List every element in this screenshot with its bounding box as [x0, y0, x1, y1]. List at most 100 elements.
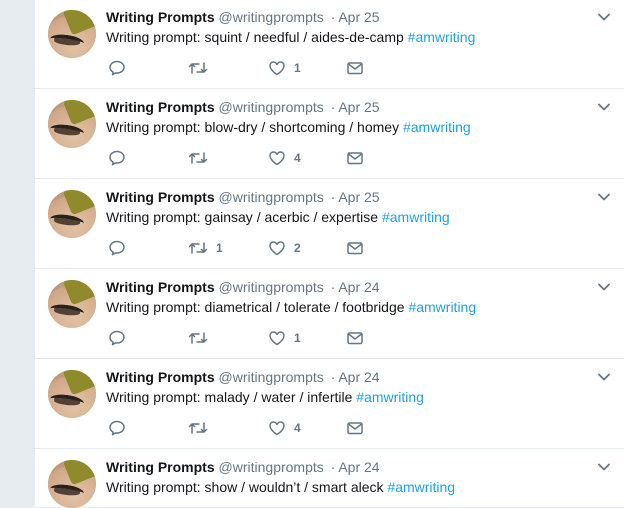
reply-button[interactable] [108, 238, 126, 258]
author-handle[interactable]: @writingprompts [219, 369, 324, 385]
retweet-button[interactable] [188, 148, 216, 168]
avatar[interactable] [48, 100, 96, 148]
reply-button[interactable] [108, 328, 126, 348]
direct-message-icon [347, 422, 363, 435]
tweet[interactable]: Writing Prompts @writingprompts · Apr 25 … [35, 90, 624, 179]
header-separator: · [330, 279, 336, 295]
retweet-button[interactable]: 1 [188, 238, 223, 258]
like-count: 2 [294, 241, 301, 255]
heart-icon [269, 421, 285, 436]
tweet[interactable]: Writing Prompts @writingprompts · Apr 24 … [35, 270, 624, 359]
author-handle[interactable]: @writingprompts [219, 279, 324, 295]
like-button[interactable]: 4 [268, 148, 301, 168]
tweet-date[interactable]: Apr 24 [338, 279, 379, 295]
like-button[interactable]: 2 [268, 238, 301, 258]
tweet-date[interactable]: Apr 24 [338, 369, 379, 385]
tweet-text: Writing prompt: blow-dry / shortcoming /… [106, 118, 471, 136]
like-count: 1 [294, 331, 301, 345]
tweet-date[interactable]: Apr 24 [338, 459, 379, 475]
like-button[interactable]: 4 [268, 418, 301, 438]
tweet-text: Writing prompt: gainsay / acerbic / expe… [106, 208, 450, 226]
tweet-actions: 1 [106, 58, 406, 78]
tweet-header: Writing Prompts @writingprompts · Apr 25 [106, 188, 380, 206]
direct-message-button[interactable] [346, 148, 364, 168]
author-name[interactable]: Writing Prompts [106, 279, 215, 295]
tweet-actions: 1 [106, 328, 406, 348]
avatar[interactable] [48, 370, 96, 418]
tweet[interactable]: Writing Prompts @writingprompts · Apr 25 … [35, 0, 624, 89]
retweet-button[interactable] [188, 328, 216, 348]
retweet-count: 1 [216, 241, 223, 255]
direct-message-button[interactable] [346, 238, 364, 258]
tweet-header: Writing Prompts @writingprompts · Apr 24 [106, 278, 380, 296]
tweet-actions: 4 [106, 148, 406, 168]
like-button[interactable]: 1 [268, 58, 301, 78]
tweet-date[interactable]: Apr 25 [338, 9, 379, 25]
tweet-date[interactable]: Apr 25 [338, 99, 379, 115]
reply-button[interactable] [108, 148, 126, 168]
avatar[interactable] [48, 10, 96, 58]
author-name[interactable]: Writing Prompts [106, 99, 215, 115]
reply-icon [109, 330, 125, 346]
retweet-icon [188, 422, 208, 434]
author-handle[interactable]: @writingprompts [219, 9, 324, 25]
author-name[interactable]: Writing Prompts [106, 189, 215, 205]
retweet-button[interactable] [188, 58, 216, 78]
avatar[interactable] [48, 460, 96, 508]
header-separator: · [330, 99, 336, 115]
retweet-icon [188, 332, 208, 344]
author-handle[interactable]: @writingprompts [219, 459, 324, 475]
like-button[interactable]: 1 [268, 328, 301, 348]
tweet-text-body: Writing prompt: malady / water / inferti… [106, 389, 353, 405]
heart-icon [269, 331, 285, 346]
reply-button[interactable] [108, 58, 126, 78]
tweet[interactable]: Writing Prompts @writingprompts · Apr 24 … [35, 360, 624, 449]
like-count: 4 [294, 421, 301, 435]
direct-message-button[interactable] [346, 418, 364, 438]
tweet-text: Writing prompt: malady / water / inferti… [106, 388, 424, 406]
tweet-header: Writing Prompts @writingprompts · Apr 25 [106, 98, 380, 116]
tweet[interactable]: Writing Prompts @writingprompts · Apr 24 … [35, 450, 624, 508]
author-handle[interactable]: @writingprompts [219, 99, 324, 115]
tweet-actions: 4 [106, 418, 406, 438]
tweet-timeline: Writing Prompts @writingprompts · Apr 25 … [34, 0, 624, 508]
hashtag-link[interactable]: #amwriting [403, 119, 471, 135]
tweet-text: Writing prompt: show / wouldn’t / smart … [106, 478, 455, 496]
retweet-icon [188, 242, 208, 254]
direct-message-button[interactable] [346, 328, 364, 348]
hashtag-link[interactable]: #amwriting [387, 479, 455, 495]
tweet-date[interactable]: Apr 25 [338, 189, 379, 205]
hashtag-link[interactable]: #amwriting [408, 299, 476, 315]
avatar[interactable] [48, 190, 96, 238]
chevron-down-icon[interactable] [597, 190, 611, 204]
retweet-icon [188, 62, 208, 74]
tweet[interactable]: Writing Prompts @writingprompts · Apr 25 … [35, 180, 624, 269]
author-name[interactable]: Writing Prompts [106, 369, 215, 385]
reply-icon [109, 420, 125, 436]
header-separator: · [330, 459, 336, 475]
direct-message-icon [347, 152, 363, 165]
chevron-down-icon[interactable] [597, 10, 611, 24]
author-name[interactable]: Writing Prompts [106, 9, 215, 25]
chevron-down-icon[interactable] [597, 370, 611, 384]
heart-icon [269, 241, 285, 256]
heart-icon [269, 151, 285, 166]
chevron-down-icon[interactable] [597, 100, 611, 114]
tweet-text: Writing prompt: squint / needful / aides… [106, 28, 475, 46]
retweet-button[interactable] [188, 418, 216, 438]
chevron-down-icon[interactable] [597, 460, 611, 474]
hashtag-link[interactable]: #amwriting [382, 209, 450, 225]
tweet-actions: 1 2 [106, 238, 406, 258]
direct-message-button[interactable] [346, 58, 364, 78]
direct-message-icon [347, 242, 363, 255]
header-separator: · [330, 9, 336, 25]
author-handle[interactable]: @writingprompts [219, 189, 324, 205]
header-separator: · [330, 189, 336, 205]
chevron-down-icon[interactable] [597, 280, 611, 294]
hashtag-link[interactable]: #amwriting [408, 29, 476, 45]
author-name[interactable]: Writing Prompts [106, 459, 215, 475]
reply-button[interactable] [108, 418, 126, 438]
hashtag-link[interactable]: #amwriting [356, 389, 424, 405]
tweet-header: Writing Prompts @writingprompts · Apr 24 [106, 368, 380, 386]
avatar[interactable] [48, 280, 96, 328]
